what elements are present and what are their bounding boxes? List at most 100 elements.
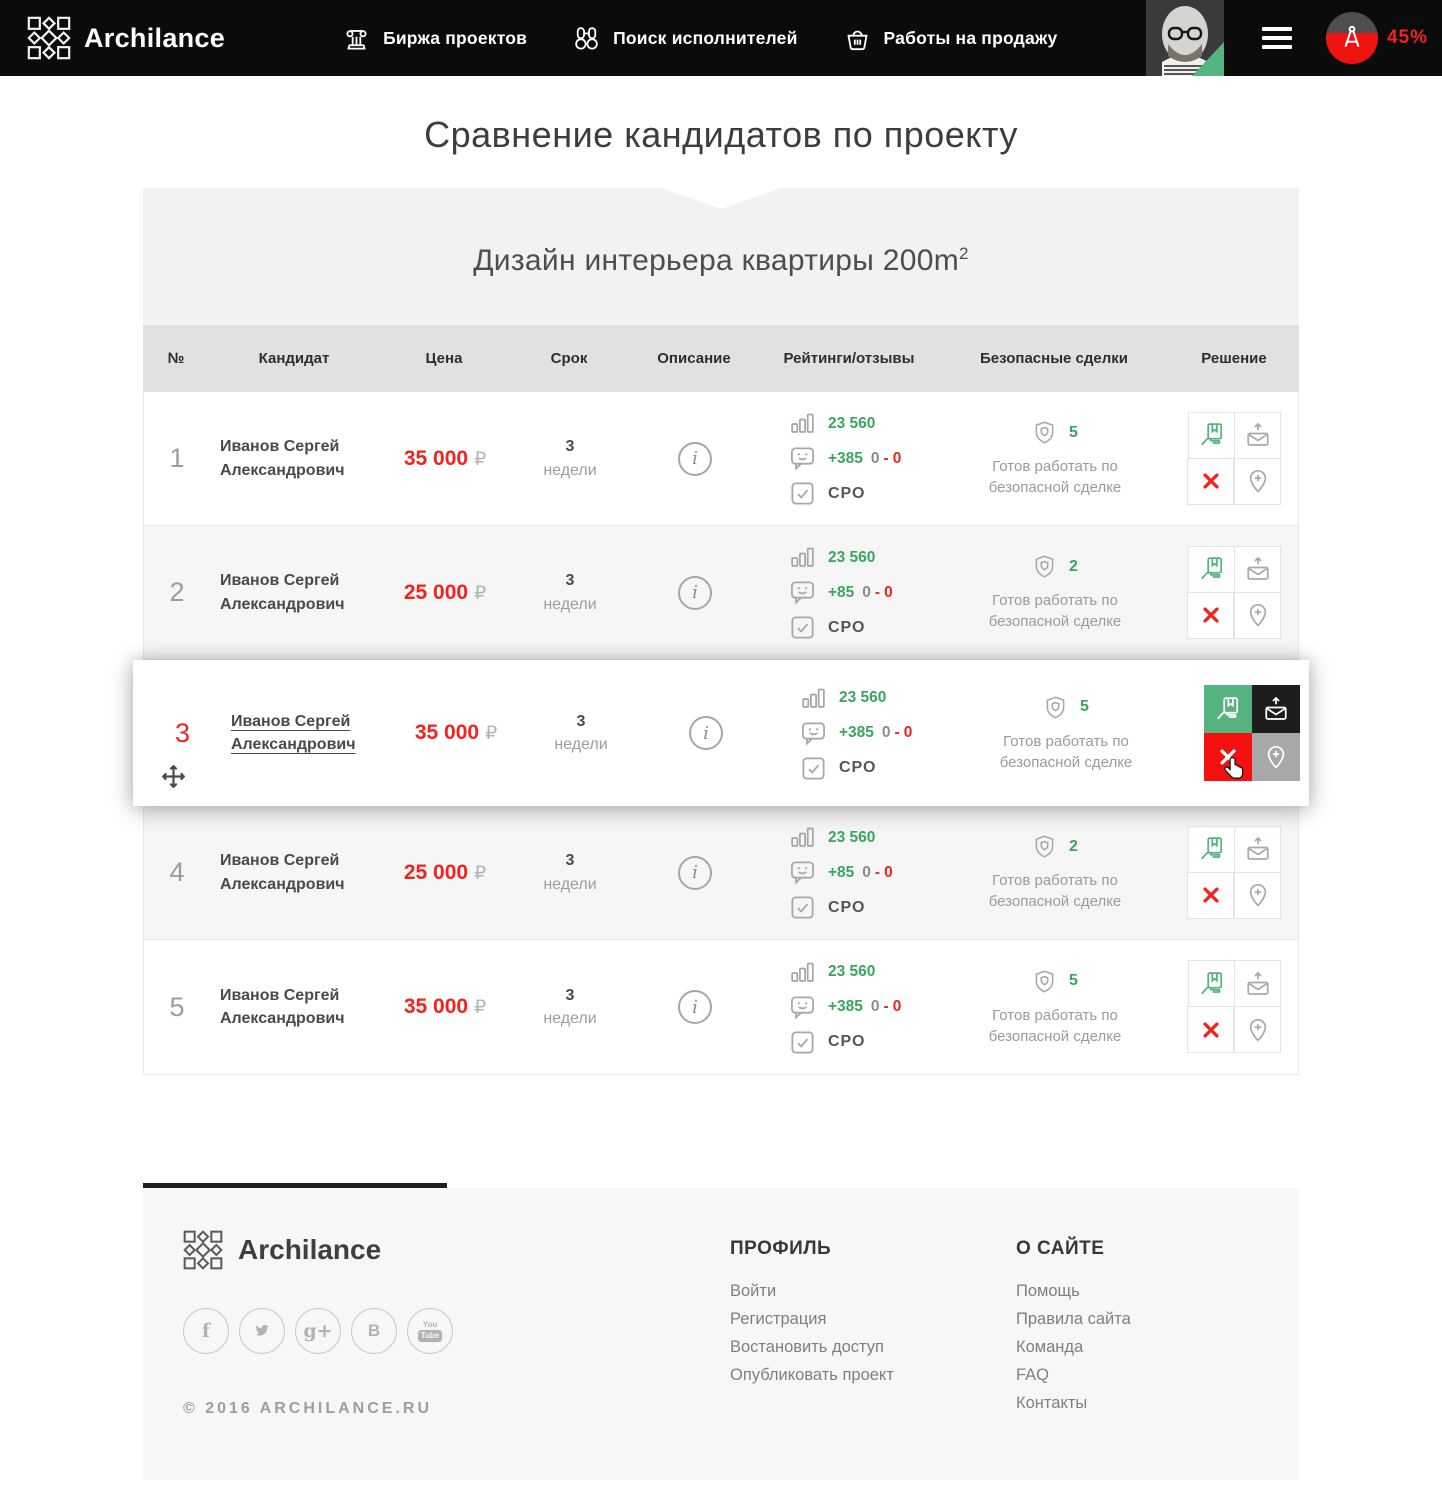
info-icon: i xyxy=(692,582,698,603)
compass-progress-icon xyxy=(1326,12,1378,64)
cert-label: СРО xyxy=(839,759,876,777)
send-message-button[interactable] xyxy=(1234,960,1281,1007)
deals-count: 5 xyxy=(1069,424,1078,442)
menu-item-works-for-sale[interactable]: Работы на продажу xyxy=(844,25,1058,52)
list-item: Контакты xyxy=(1016,1394,1299,1413)
send-message-button[interactable] xyxy=(1234,412,1281,459)
description-info-button[interactable]: i xyxy=(678,442,712,476)
candidate-name-link[interactable]: Иванов Сергей Александрович xyxy=(220,435,380,481)
votes-positive: +385 xyxy=(839,724,874,741)
safe-deals-cell: 2 Готов работать по безопасной сделке xyxy=(940,553,1170,632)
header-decision: Решение xyxy=(1169,350,1299,367)
brand[interactable]: Archilance xyxy=(27,16,225,60)
decision-buttons xyxy=(1188,412,1282,506)
link-help[interactable]: Помощь xyxy=(1016,1282,1080,1300)
feedback-bubble-icon xyxy=(789,445,816,472)
term-unit: недели xyxy=(554,733,607,756)
google-plus-icon: g+ xyxy=(303,1320,332,1342)
term-value: 3 xyxy=(566,569,575,592)
header-ratings: Рейтинги/отзывы xyxy=(759,350,939,367)
profile-progress[interactable]: 45% xyxy=(1326,12,1428,64)
reject-button[interactable] xyxy=(1204,733,1252,781)
candidate-name-link[interactable]: Иванов Сергей Александрович xyxy=(220,569,380,615)
description-info-button[interactable]: i xyxy=(678,990,712,1024)
reject-button[interactable] xyxy=(1187,872,1234,919)
table-row-active[interactable]: 3 Иванов Сергей Александрович 35 000₽ 3н… xyxy=(133,660,1309,806)
views-count: 23 560 xyxy=(839,689,886,707)
checkbox-icon xyxy=(789,480,816,507)
row-number: 3 xyxy=(144,718,221,749)
add-location-button[interactable] xyxy=(1252,733,1300,781)
add-location-button[interactable] xyxy=(1234,592,1281,639)
term-value: 3 xyxy=(566,849,575,872)
votes-positive: +385 xyxy=(828,450,863,467)
link-site-rules[interactable]: Правила сайта xyxy=(1016,1310,1131,1328)
hamburger-menu-icon[interactable] xyxy=(1262,27,1292,49)
cert-label: СРО xyxy=(828,1033,865,1051)
row-number: 5 xyxy=(144,992,210,1023)
menu-item-find-performers[interactable]: Поиск исполнителей xyxy=(573,25,797,52)
cert-label: СРО xyxy=(828,619,865,637)
hand-document-icon xyxy=(1215,696,1241,722)
envelope-up-icon xyxy=(1245,556,1271,582)
shield-icon xyxy=(1032,968,1057,995)
link-publish-project[interactable]: Опубликовать проект xyxy=(730,1366,894,1384)
link-contacts[interactable]: Контакты xyxy=(1016,1394,1087,1412)
pin-plus-icon xyxy=(1245,1017,1271,1043)
send-message-button[interactable] xyxy=(1234,546,1281,593)
add-location-button[interactable] xyxy=(1234,1006,1281,1053)
link-login[interactable]: Войти xyxy=(730,1282,776,1300)
menu-item-projects-exchange[interactable]: Биржа проектов xyxy=(343,25,527,52)
send-message-button[interactable] xyxy=(1252,685,1300,733)
decision-buttons xyxy=(1188,960,1282,1054)
reject-button[interactable] xyxy=(1187,458,1234,505)
description-info-button[interactable]: i xyxy=(678,856,712,890)
vk-button[interactable]: B xyxy=(351,1308,397,1354)
project-band: Дизайн интерьера квартиры 200m2 xyxy=(143,188,1299,325)
hire-button[interactable] xyxy=(1188,960,1235,1007)
hand-document-icon xyxy=(1199,836,1225,862)
hire-button[interactable] xyxy=(1188,412,1235,459)
candidate-name-link[interactable]: Иванов Сергей Александрович xyxy=(220,849,380,895)
vk-icon: B xyxy=(368,1321,380,1341)
info-icon: i xyxy=(692,448,698,469)
link-register[interactable]: Регистрация xyxy=(730,1310,826,1328)
link-faq[interactable]: FAQ xyxy=(1016,1366,1049,1384)
views-count: 23 560 xyxy=(828,549,875,567)
header-candidate: Кандидат xyxy=(209,350,379,367)
description-info-button[interactable]: i xyxy=(689,716,723,750)
table-row[interactable]: 2 Иванов Сергей Александрович 25 000₽ 3н… xyxy=(144,526,1298,660)
user-avatar[interactable] xyxy=(1146,0,1224,76)
price-value: 25 000 xyxy=(404,861,468,885)
description-info-button[interactable]: i xyxy=(678,576,712,610)
table-row[interactable]: 5 Иванов Сергей Александрович 35 000₽ 3н… xyxy=(144,940,1298,1074)
candidate-name-link[interactable]: Иванов Сергей Александрович xyxy=(220,984,380,1030)
safe-deals-cell: 5 Готов работать по безопасной сделке xyxy=(940,968,1170,1047)
move-handle-icon[interactable] xyxy=(160,763,187,790)
hire-button[interactable] xyxy=(1204,685,1252,733)
hire-button[interactable] xyxy=(1188,546,1235,593)
table-row[interactable]: 4 Иванов Сергей Александрович 25 000₽ 3н… xyxy=(144,806,1298,940)
youtube-button[interactable]: YouTube xyxy=(407,1308,453,1354)
reject-button[interactable] xyxy=(1187,1006,1234,1053)
list-item: Востановить доступ xyxy=(730,1338,1016,1357)
facebook-button[interactable]: f xyxy=(183,1308,229,1354)
views-count: 23 560 xyxy=(828,963,875,981)
views-count: 23 560 xyxy=(828,415,875,433)
footer-brand[interactable]: Archilance xyxy=(183,1230,730,1270)
list-item: Опубликовать проект xyxy=(730,1366,1016,1385)
hire-button[interactable] xyxy=(1188,826,1235,873)
link-restore-access[interactable]: Востановить доступ xyxy=(730,1338,884,1356)
google-plus-button[interactable]: g+ xyxy=(295,1308,341,1354)
twitter-button[interactable] xyxy=(239,1308,285,1354)
reject-button[interactable] xyxy=(1187,592,1234,639)
add-location-button[interactable] xyxy=(1234,872,1281,919)
add-location-button[interactable] xyxy=(1234,458,1281,505)
table-row[interactable]: 1 Иванов Сергей Александрович 35 000₽ 3н… xyxy=(144,392,1298,526)
link-team[interactable]: Команда xyxy=(1016,1338,1083,1356)
send-message-button[interactable] xyxy=(1234,826,1281,873)
envelope-up-icon xyxy=(1245,971,1271,997)
row-number: 2 xyxy=(144,577,210,608)
votes-negative: 0 xyxy=(884,584,893,601)
candidate-name-link[interactable]: Иванов Сергей Александрович xyxy=(231,710,391,756)
